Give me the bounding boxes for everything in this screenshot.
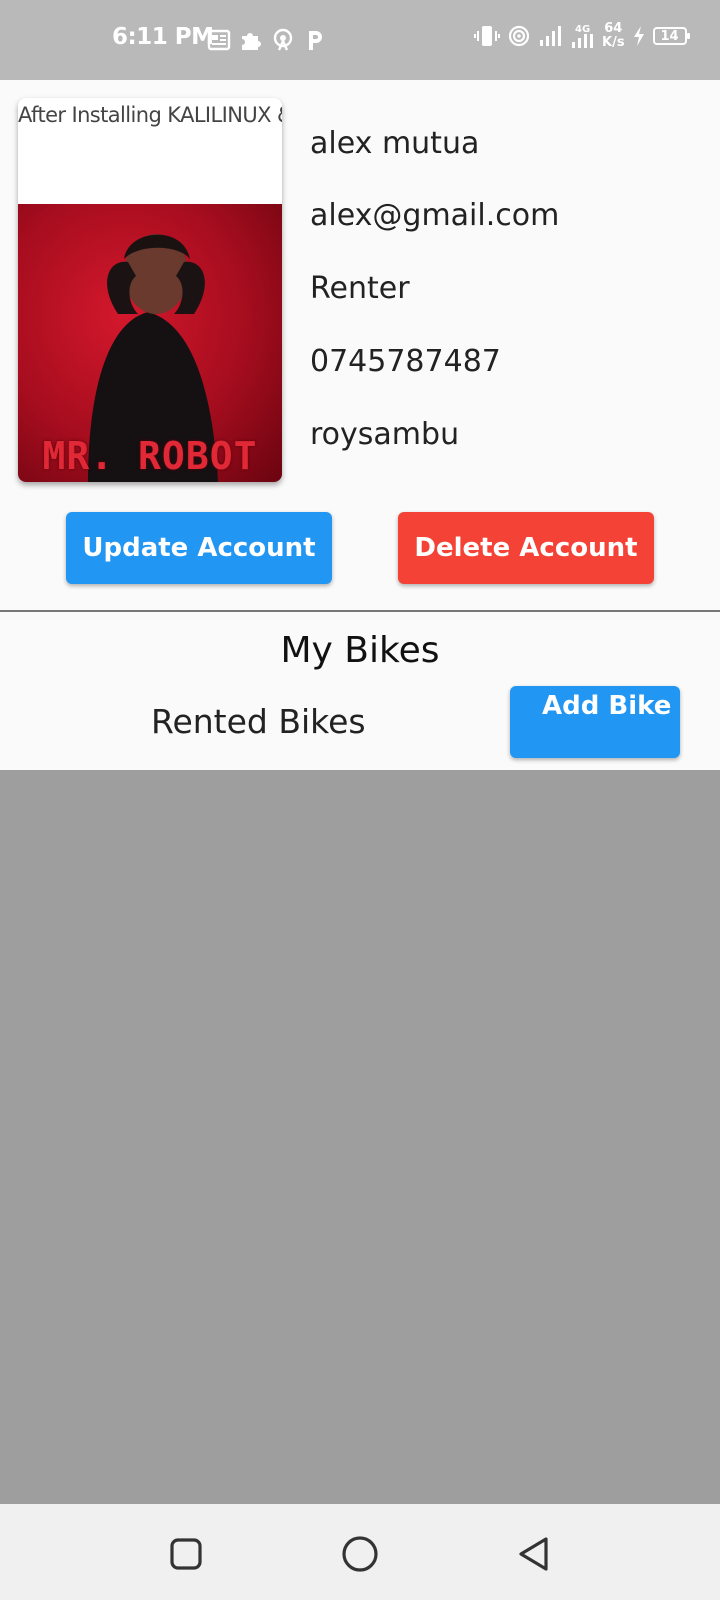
battery-icon: 14 [652,27,690,45]
status-bar: 6:11 PM 4G 64 K/s 14 [0,0,720,80]
news-icon [206,26,232,54]
section-divider [0,610,720,612]
charging-icon [631,22,647,50]
profile-name: alex mutua [310,126,480,161]
bikes-list-area [0,770,720,1504]
profile-phone: 0745787487 [310,344,501,379]
back-button[interactable] [514,1534,554,1574]
svg-text:4G: 4G [575,24,590,35]
speed-unit: K/s [602,35,625,50]
back-icon [519,1537,548,1571]
speed-value: 64 [604,21,623,36]
profile-image-card[interactable]: After Installing KALILINUX & running ' a… [18,98,282,482]
vibrate-icon [474,22,500,50]
wifi-hotspot-icon [506,22,532,50]
signal-4g-icon: 4G [570,22,596,50]
home-button[interactable] [340,1534,380,1574]
puzzle-icon [238,26,264,54]
profile-location: roysambu [310,417,460,452]
home-icon [342,1536,378,1572]
signal-icon [538,22,564,50]
navigation-bar [0,1504,720,1600]
recents-button[interactable] [166,1534,206,1574]
status-time: 6:11 PM [112,24,214,50]
notification-icons [206,26,328,54]
recents-icon [170,1538,202,1570]
network-speed: 64 K/s [602,22,625,50]
profile-poster-image: MR. ROBOT [18,204,282,482]
p-app-icon [302,26,328,54]
poster-title: MR. ROBOT [42,434,258,478]
update-account-button[interactable]: Update Account [66,512,332,584]
delete-account-button[interactable]: Delete Account [398,512,654,584]
rented-bikes-label: Rented Bikes [151,702,366,741]
profile-email: alex@gmail.com [310,198,560,233]
add-bike-button[interactable]: Add Bike [510,686,680,758]
hotspot-icon [270,26,296,54]
profile-role: Renter [310,271,410,306]
profile-image-caption: After Installing KALILINUX & running ' a… [18,103,282,127]
system-icons: 4G 64 K/s 14 [474,22,690,50]
my-bikes-title: My Bikes [280,630,440,671]
